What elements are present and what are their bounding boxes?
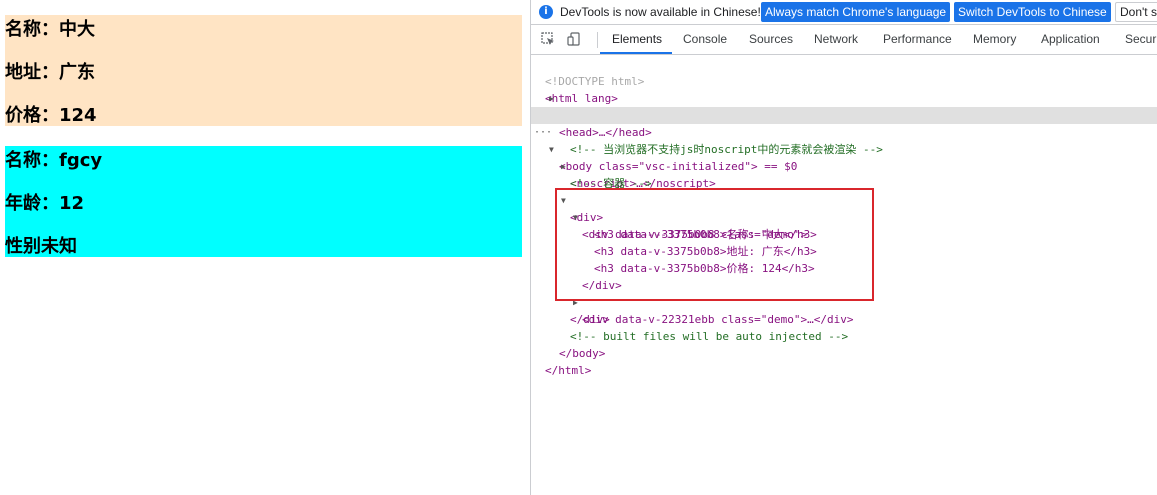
demo1-name: 名称：中大 [5, 19, 95, 40]
tree-row-demo1[interactable]: ▼ <div data-v-3375b0b8 class="demo"> [531, 192, 1157, 241]
info-icon: i [539, 5, 553, 19]
demo2-age: 年龄：12 [5, 193, 85, 214]
tree-row-comment-noscript[interactable]: <!-- 当浏览器不支持js时noscript中的元素就会被渲染 --> [531, 124, 1157, 156]
tree-row-demo2[interactable]: ▶ <div data-v-22321ebb class="demo">…</d… [531, 277, 1157, 326]
tab-application[interactable]: Application [1041, 25, 1100, 54]
tree-row-demo1-close[interactable]: </div> [531, 260, 1157, 292]
expand-triangle-icon[interactable]: ▶ [549, 90, 554, 107]
toolbar-separator [597, 32, 598, 48]
devtools-panel: i DevTools is now available in Chinese! … [530, 0, 1157, 495]
tree-row-html-close[interactable]: </html> [531, 345, 1157, 377]
tree-row-h3-2[interactable]: <h3 data-v-3375b0b8>地址: 广东</h3> [531, 226, 1157, 258]
device-toggle-icon[interactable] [567, 32, 581, 46]
always-match-language-button[interactable]: Always match Chrome's language [761, 2, 951, 22]
tab-security[interactable]: Securi [1125, 25, 1157, 54]
tree-row-head[interactable]: ▶ <head>…</head> [531, 90, 1157, 139]
tab-performance[interactable]: Performance [883, 25, 952, 54]
demo-block-1: 名称：中大 地址：广东 价格：124 [5, 15, 522, 126]
tree-row-div[interactable]: ▼ <div> [531, 175, 1157, 224]
elements-tree: <!DOCTYPE html> <html lang> ▶ <head>…</h… [531, 56, 1157, 495]
tree-row-comment-container[interactable]: <!-- 容器 --> [531, 158, 1157, 190]
tab-console[interactable]: Console [683, 25, 727, 54]
active-tab-indicator [600, 52, 672, 54]
tree-row-h3-1[interactable]: <h3 data-v-3375b0b8>名称: 中大</h3> [531, 209, 1157, 241]
tree-row-h3-3[interactable]: <h3 data-v-3375b0b8>价格: 124</h3> [531, 243, 1157, 275]
tree-row-body-close[interactable]: </body> [531, 328, 1157, 360]
infobar-message: DevTools is now available in Chinese! [560, 5, 761, 19]
rendered-page: 名称：中大 地址：广东 价格：124 名称：fgcy 年龄：12 性别未知 [0, 0, 530, 495]
tab-network[interactable]: Network [814, 25, 858, 54]
html-close-node: </html> [545, 364, 592, 377]
demo2-name: 名称：fgcy [5, 150, 103, 171]
demo2-gender: 性别未知 [5, 236, 77, 257]
devtools-toolbar: Elements Console Sources Network Perform… [531, 25, 1157, 55]
language-infobar: i DevTools is now available in Chinese! … [531, 0, 1157, 25]
demo1-address: 地址：广东 [5, 62, 95, 83]
dont-show-again-button[interactable]: Don't s [1115, 2, 1157, 22]
tab-memory[interactable]: Memory [973, 25, 1016, 54]
tree-row-doctype[interactable]: <!DOCTYPE html> [531, 56, 1157, 88]
inspect-element-icon[interactable] [541, 32, 555, 46]
tree-row-comment-built[interactable]: <!-- built files will be auto injected -… [531, 311, 1157, 343]
tree-row-noscript[interactable]: ▶ <noscript>…</noscript> [531, 141, 1157, 190]
demo-block-2: 名称：fgcy 年龄：12 性别未知 [5, 146, 522, 257]
tree-row-body[interactable]: ··· ▼ <body class="vsc-initialized"> == … [531, 107, 1157, 173]
tree-row-html[interactable]: <html lang> [531, 73, 1157, 105]
switch-to-chinese-button[interactable]: Switch DevTools to Chinese [954, 2, 1111, 22]
tab-elements[interactable]: Elements [612, 25, 662, 54]
demo1-price: 价格：124 [5, 105, 97, 126]
tab-sources[interactable]: Sources [749, 25, 793, 54]
tree-row-div-close[interactable]: </div> [531, 294, 1157, 326]
